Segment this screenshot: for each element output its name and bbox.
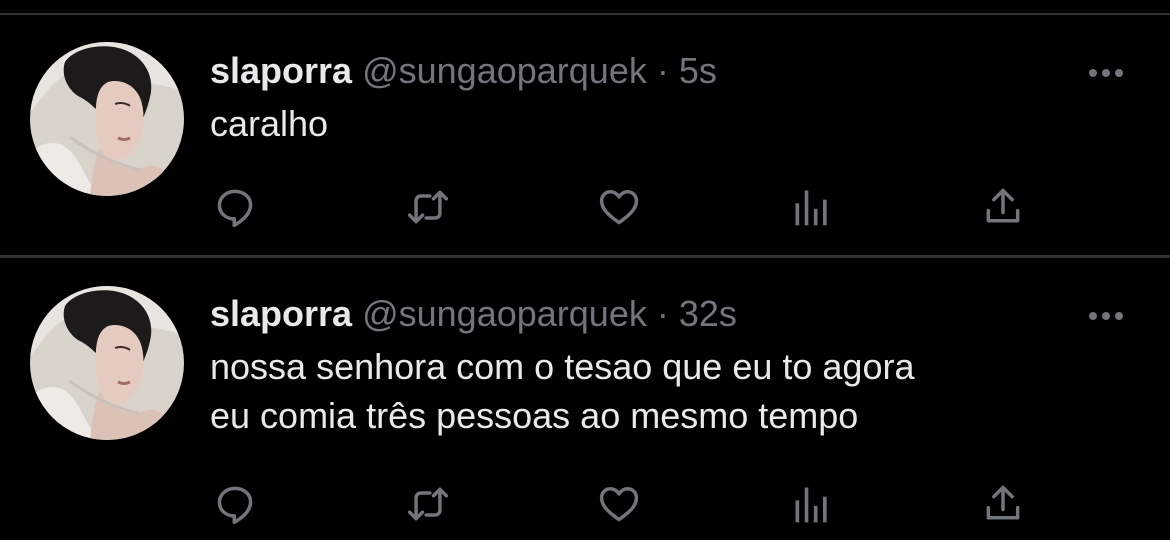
separator-dot: ·	[656, 293, 669, 334]
timestamp[interactable]: 5s	[679, 50, 717, 91]
views-button[interactable]	[787, 182, 837, 232]
share-icon	[986, 485, 1020, 520]
like-icon	[599, 487, 639, 522]
tweet-text-line: eu comia três pessoas ao mesmo tempo	[210, 395, 859, 436]
more-horizontal-icon[interactable]	[1086, 65, 1126, 81]
tweet-text: nossa senhora com o tesao que eu to agor…	[210, 342, 914, 440]
reply-button[interactable]	[210, 479, 260, 529]
more-horizontal-icon[interactable]	[1086, 308, 1126, 324]
retweet-button[interactable]	[403, 479, 453, 529]
user-handle[interactable]: @sungaoparquek	[362, 293, 647, 334]
tweet[interactable]: slaporra @sungaoparquek · 32s nossa senh…	[0, 258, 1170, 540]
like-button[interactable]	[594, 479, 644, 529]
avatar[interactable]	[30, 42, 184, 196]
share-button[interactable]	[978, 182, 1028, 232]
views-button[interactable]	[787, 479, 837, 529]
action-bar	[0, 479, 1170, 529]
retweet-icon	[407, 190, 449, 224]
tweet-header: slaporra @sungaoparquek · 32s	[210, 293, 737, 335]
reply-icon	[217, 189, 253, 228]
reply-icon	[217, 486, 253, 525]
timestamp[interactable]: 32s	[679, 293, 737, 334]
tweet-text: caralho	[210, 99, 328, 148]
tweet-text-line: nossa senhora com o tesao que eu to agor…	[210, 346, 915, 387]
views-icon	[795, 487, 827, 523]
tweet-text-line: caralho	[210, 103, 329, 144]
separator-dot: ·	[656, 50, 669, 91]
reply-button[interactable]	[210, 182, 260, 232]
retweet-button[interactable]	[403, 182, 453, 232]
action-bar	[0, 182, 1170, 232]
tweet-header: slaporra @sungaoparquek · 5s	[210, 50, 717, 92]
views-icon	[795, 190, 827, 226]
user-handle[interactable]: @sungaoparquek	[362, 50, 647, 91]
retweet-icon	[407, 487, 449, 521]
tweet[interactable]: slaporra @sungaoparquek · 5s caralho	[0, 15, 1170, 255]
like-icon	[599, 190, 639, 225]
avatar[interactable]	[30, 286, 184, 440]
like-button[interactable]	[594, 182, 644, 232]
share-icon	[986, 188, 1020, 223]
share-button[interactable]	[978, 479, 1028, 529]
display-name[interactable]: slaporra	[210, 293, 352, 334]
display-name[interactable]: slaporra	[210, 50, 352, 91]
